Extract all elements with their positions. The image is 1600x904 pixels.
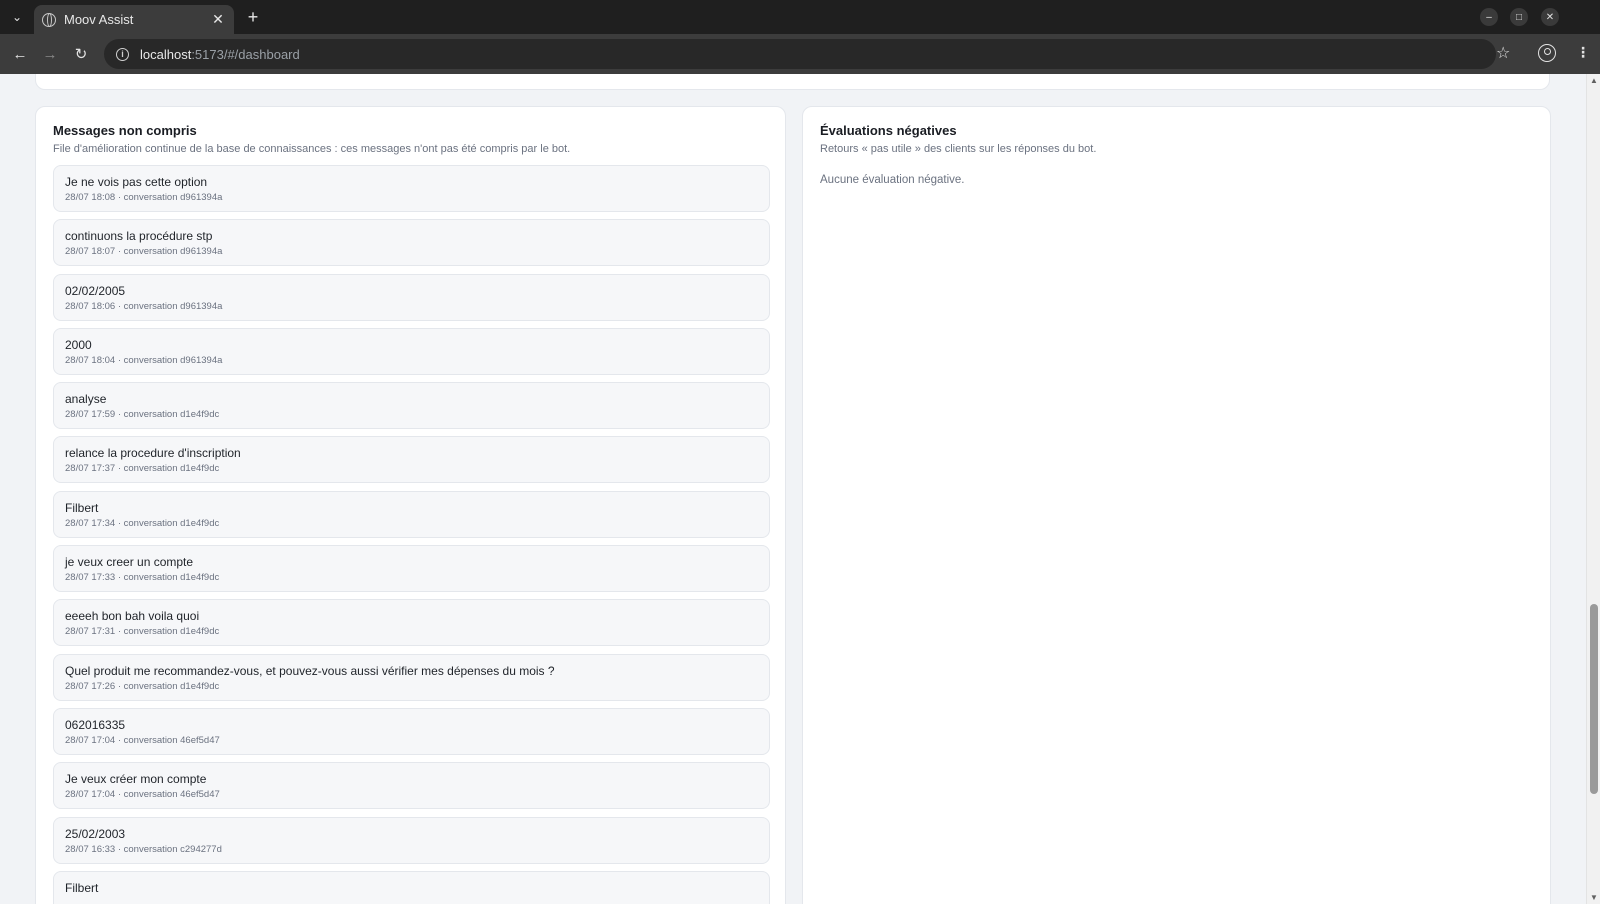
page-viewport: Messages non compris File d'amélioration… <box>0 74 1586 904</box>
message-text: 2000 <box>65 337 92 352</box>
message-meta: 28/07 17:33 · conversation d1e4f9dc <box>65 572 220 584</box>
list-item[interactable]: Filbert <box>53 870 770 904</box>
site-info-icon[interactable]: i <box>116 47 129 61</box>
close-window-icon[interactable]: ✕ <box>1541 8 1559 26</box>
message-meta: 28/07 18:08 · conversation d961394a <box>65 192 223 203</box>
list-item[interactable]: relance la procedure d'inscription 28/07 … <box>53 436 770 484</box>
browser-toolbar: ← → ↻ i localhost:5173/#/dashboard ☆ ⋮ <box>0 34 1600 74</box>
url-path: :5173/#/dashboard <box>191 46 300 62</box>
address-bar[interactable]: i localhost:5173/#/dashboard <box>104 39 1496 69</box>
list-item[interactable]: Quel produit me recommandez-vous, et pou… <box>53 653 770 701</box>
list-item[interactable]: je veux creer un compte 28/07 17:33 · con… <box>53 545 770 593</box>
list-item[interactable]: analyse 28/07 17:59 · conversation d1e4f9… <box>53 382 770 430</box>
negative-ratings-card: Évaluations négatives Retours « pas util… <box>802 106 1551 904</box>
message-meta: 28/07 17:31 · conversation d1e4f9dc <box>65 626 220 638</box>
minimize-icon[interactable]: – <box>1480 8 1498 26</box>
message-text: Quel produit me recommandez-vous, et pou… <box>65 663 555 678</box>
message-text: je veux creer un compte <box>65 555 194 570</box>
message-text: Filbert <box>65 880 99 895</box>
list-item[interactable]: 2000 28/07 18:04 · conversation d961394a <box>53 327 770 375</box>
globe-icon <box>42 12 56 27</box>
message-meta: 28/07 18:07 · conversation d961394a <box>65 246 223 258</box>
message-meta: 28/07 17:37 · conversation d1e4f9dc <box>65 463 220 475</box>
message-text: Filbert <box>65 500 99 515</box>
message-text: analyse <box>65 392 107 407</box>
more-menu-icon[interactable]: ⋮ <box>1576 44 1590 61</box>
message-text: 02/02/2005 <box>65 283 126 298</box>
profile-icon[interactable] <box>1538 44 1556 62</box>
message-meta: 28/07 17:34 · conversation d1e4f9dc <box>65 517 220 529</box>
message-text: Je veux créer mon compte <box>65 772 207 787</box>
list-item[interactable]: eeeeh bon bah voila quoi 28/07 17:31 · co… <box>53 599 770 647</box>
message-text: Je ne vois pas cette option <box>65 175 208 189</box>
scroll-up-arrow-icon[interactable]: ▲ <box>1590 76 1598 85</box>
message-text: continuons la procédure stp <box>65 229 213 244</box>
bookmark-star-icon[interactable]: ☆ <box>1496 43 1510 63</box>
new-tab-plus-icon[interactable]: + <box>242 6 264 28</box>
tab-title: Moov Assist <box>64 12 134 27</box>
list-item[interactable]: 062016335 28/07 17:04 · conversation 46ef… <box>53 707 770 755</box>
message-text: eeeeh bon bah voila quoi <box>65 609 200 624</box>
unrecognized-message-list: Je ne vois pas cette option 28/07 18:08 ·… <box>53 165 770 904</box>
negative-subtitle: Retours « pas utile » des clients sur le… <box>820 143 1097 155</box>
message-meta: 28/07 17:26 · conversation d1e4f9dc <box>65 680 220 692</box>
unrecognized-messages-card: Messages non compris File d'amélioration… <box>35 106 786 904</box>
list-item[interactable]: continuons la procédure stp 28/07 18:07 ·… <box>53 219 770 267</box>
browser-tab[interactable]: Moov Assist ✕ <box>34 5 234 34</box>
list-item[interactable]: 25/02/2003 28/07 16:33 · conversation c29… <box>53 816 770 864</box>
message-meta: 28/07 17:04 · conversation 46ef5d47 <box>65 789 220 801</box>
scroll-down-arrow-icon[interactable]: ▼ <box>1590 893 1598 902</box>
page-scrollbar[interactable]: ▲ ▼ <box>1586 74 1600 904</box>
unrecognized-title: Messages non compris <box>53 123 197 138</box>
negative-title: Évaluations négatives <box>820 123 957 138</box>
message-text: 062016335 <box>65 717 126 732</box>
list-item[interactable]: Je ne vois pas cette option 28/07 18:08 ·… <box>53 165 770 212</box>
unrecognized-subtitle: File d'amélioration continue de la base … <box>53 143 571 155</box>
close-tab-icon[interactable]: ✕ <box>210 11 226 28</box>
list-item[interactable]: Filbert 28/07 17:34 · conversation d1e4f9… <box>53 490 770 538</box>
message-meta: 28/07 16:33 · conversation c294277d <box>65 843 222 855</box>
message-text: relance la procedure d'inscription <box>65 446 241 461</box>
list-item[interactable]: Je veux créer mon compte 28/07 17:04 · co… <box>53 762 770 810</box>
url-host: localhost <box>140 46 192 62</box>
message-meta: 28/07 18:06 · conversation d961394a <box>65 300 223 312</box>
scroll-thumb[interactable] <box>1590 604 1598 794</box>
browser-tab-bar: ⌄ Moov Assist ✕ + – □ ✕ <box>0 0 1600 34</box>
maximize-icon[interactable]: □ <box>1510 8 1528 26</box>
message-meta: 28/07 18:04 · conversation d961394a <box>65 354 223 366</box>
forward-arrow-icon[interactable]: → <box>40 44 60 64</box>
list-item[interactable]: 02/02/2005 28/07 18:06 · conversation d96… <box>53 273 770 321</box>
message-meta: 28/07 17:04 · conversation 46ef5d47 <box>65 734 220 746</box>
reload-icon[interactable]: ↻ <box>71 44 91 64</box>
negative-empty-state: Aucune évaluation négative. <box>820 174 965 186</box>
message-meta: 28/07 17:59 · conversation d1e4f9dc <box>65 409 220 421</box>
previous-section-card <box>35 74 1550 90</box>
back-arrow-icon[interactable]: ← <box>10 44 30 64</box>
message-text: 25/02/2003 <box>65 826 126 841</box>
tab-search-chevron-icon[interactable]: ⌄ <box>6 6 28 28</box>
